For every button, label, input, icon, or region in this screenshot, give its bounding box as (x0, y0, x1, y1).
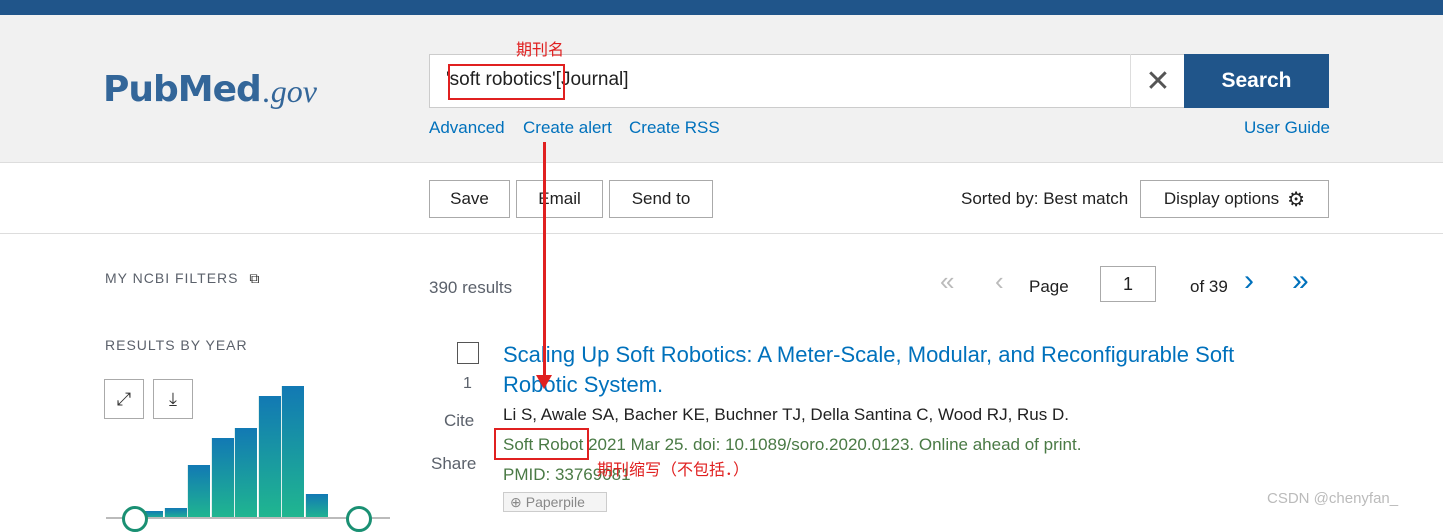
prev-page-icon[interactable]: ‹ (995, 266, 1004, 297)
external-link-icon: ⧉ (249, 270, 261, 286)
next-page-icon[interactable]: › (1244, 264, 1254, 298)
create-alert-link[interactable]: Create alert (523, 118, 612, 138)
first-page-icon[interactable]: « (940, 266, 954, 297)
article-title-link[interactable]: Scaling Up Soft Robotics: A Meter-Scale,… (503, 340, 1263, 400)
last-page-icon[interactable]: » (1292, 264, 1309, 298)
divider (0, 233, 1443, 234)
results-count: 390 results (429, 278, 513, 297)
pubmed-logo[interactable]: PubMed .gov (103, 48, 317, 110)
year-bar[interactable] (304, 494, 328, 519)
cite-button[interactable]: Cite (444, 411, 474, 431)
article-authors: Li S, Awale SA, Bacher KE, Buchner TJ, D… (503, 405, 1069, 424)
result-number: 1 (463, 375, 472, 392)
year-bar[interactable] (281, 386, 304, 519)
range-start-handle[interactable] (122, 506, 148, 532)
annotation-box-query (448, 64, 565, 100)
create-rss-link[interactable]: Create RSS (629, 118, 720, 138)
range-end-handle[interactable] (346, 506, 372, 532)
page-total: of 39 (1190, 277, 1228, 296)
annotation-arrowhead (536, 375, 552, 389)
paperpile-button[interactable]: ⊕ Paperpile (503, 492, 607, 512)
results-by-year-heading: RESULTS BY YEAR (105, 337, 248, 353)
sort-label[interactable]: Sorted by: Best match (961, 189, 1128, 209)
advanced-link[interactable]: Advanced (429, 118, 505, 138)
watermark: CSDN @chenyfan_ (1267, 490, 1399, 507)
plus-icon: ⊕ (510, 493, 522, 510)
save-button[interactable]: Save (429, 180, 510, 218)
year-bar[interactable] (234, 428, 257, 519)
year-bar[interactable] (257, 396, 281, 519)
user-guide-link[interactable]: User Guide (1244, 118, 1330, 138)
send-to-button[interactable]: Send to (609, 180, 713, 218)
year-bar[interactable] (210, 438, 234, 519)
page-label: Page (1029, 277, 1069, 296)
expand-icon[interactable]: ⤢ (104, 379, 144, 419)
share-button[interactable]: Share (431, 454, 476, 474)
year-bar[interactable] (187, 465, 210, 519)
top-bar (0, 0, 1443, 15)
page-input[interactable]: 1 (1100, 266, 1156, 302)
download-icon[interactable]: ⤓ (153, 379, 193, 419)
annotation-journal-abbr: 期刊缩写（不包括．） (597, 462, 750, 479)
article-citation: Soft Robot 2021 Mar 25. doi: 10.1089/sor… (503, 435, 1082, 454)
display-options-button[interactable]: Display options ⚙ (1140, 180, 1329, 218)
clear-icon[interactable]: ✕ (1130, 54, 1185, 108)
annotation-arrow (543, 142, 546, 378)
my-ncbi-filters[interactable]: MY NCBI FILTERS ⧉ (105, 270, 260, 287)
email-button[interactable]: Email (516, 180, 603, 218)
annotation-box-journal (494, 428, 589, 460)
gear-icon: ⚙ (1287, 188, 1306, 211)
result-checkbox[interactable] (457, 342, 479, 364)
search-button[interactable]: Search (1184, 54, 1329, 108)
annotation-journal-name: 期刊名 (516, 42, 565, 59)
